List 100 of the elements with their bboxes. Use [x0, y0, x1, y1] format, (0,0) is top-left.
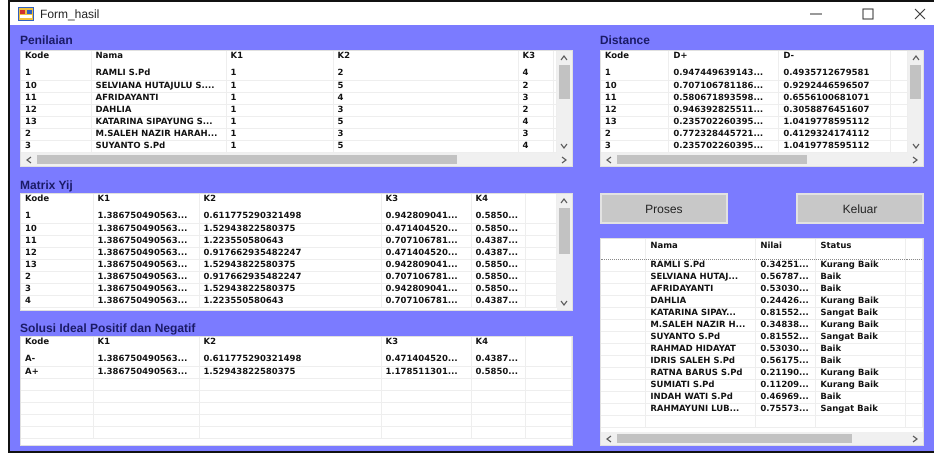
chevron-left-icon[interactable]: [604, 434, 613, 442]
scrollbar-thumb[interactable]: [616, 155, 807, 164]
chevron-left-icon[interactable]: [604, 156, 613, 164]
table-cell: 0.772328445721...: [668, 128, 779, 140]
table-cell: 11: [21, 92, 91, 104]
scrollbar-thumb[interactable]: [37, 155, 457, 164]
column-header[interactable]: K4: [471, 337, 525, 354]
table-cell: 1.386750490563...: [93, 366, 199, 378]
action-button[interactable]: Keluar: [796, 193, 924, 224]
table-cell: 1.386750490563...: [93, 295, 199, 307]
table-cell: 11: [21, 235, 93, 247]
close-icon[interactable]: [914, 8, 926, 20]
table-cell: 2: [333, 68, 518, 80]
table-cell: Baik: [816, 344, 906, 356]
table-cell: 0.917662935482247: [199, 271, 381, 283]
column-header[interactable]: Kode: [21, 194, 93, 211]
table-cell: 1.0419778595112: [778, 140, 891, 152]
table-cell: 3: [21, 283, 93, 295]
table-cell: 0.56787...: [756, 272, 816, 284]
table-cell: 4: [518, 140, 553, 152]
column-header[interactable]: K1: [226, 51, 333, 68]
table-cell: 0.75573...: [756, 404, 816, 416]
table-cell: Baik: [816, 284, 906, 296]
vertical-scrollbar[interactable]: [556, 51, 572, 153]
chevron-up-icon[interactable]: [560, 197, 568, 205]
table-cell: 4: [333, 92, 518, 104]
maximize-icon[interactable]: [862, 8, 874, 20]
column-header[interactable]: D+: [668, 51, 779, 68]
table-cell: A+: [21, 366, 93, 378]
chevron-right-icon[interactable]: [911, 156, 919, 164]
table-cell: 0.471404520...: [381, 223, 471, 235]
window-title: Form_hasil: [40, 6, 100, 20]
table-cell: 10: [21, 80, 91, 92]
table-cell: 0.942809041...: [381, 211, 471, 223]
table-cell: KATARINA SIPAY...: [646, 308, 756, 320]
table-cell: 2: [21, 271, 93, 283]
table-cell: 4: [518, 116, 553, 128]
table-cell: 2: [600, 128, 669, 140]
chevron-down-icon[interactable]: [912, 142, 920, 150]
column-header[interactable]: K3: [381, 194, 471, 211]
table-cell: 0.4935712679581: [778, 68, 891, 80]
scrollbar-thumb[interactable]: [558, 208, 570, 254]
chevron-down-icon[interactable]: [560, 299, 568, 307]
table-cell: 13: [21, 116, 91, 128]
scrollbar-thumb[interactable]: [616, 434, 852, 443]
column-header[interactable]: K1: [93, 337, 199, 354]
column-header[interactable]: K2: [199, 194, 381, 211]
column-header[interactable]: Nilai: [756, 239, 816, 260]
table-cell: SELVIANA HUTAJ...: [646, 272, 756, 284]
table-cell: 0.21190...: [756, 368, 816, 380]
table-cell: 0.81552...: [756, 332, 816, 344]
table-cell: 1: [600, 68, 669, 80]
column-header[interactable]: Nama: [646, 239, 756, 260]
table-cell: Sangat Baik: [816, 308, 906, 320]
column-header[interactable]: Kode: [21, 337, 93, 354]
table-cell: SUMIATI S.Pd: [646, 380, 756, 392]
table-cell: 1.52943822580375: [199, 259, 381, 271]
column-header[interactable]: K2: [333, 51, 518, 68]
table-cell: RAHMAD HIDAYAT: [646, 344, 756, 356]
column-header[interactable]: Status: [816, 239, 906, 260]
action-button[interactable]: Proses: [600, 193, 728, 224]
table-cell: Kurang Baik: [816, 320, 906, 332]
chevron-up-icon[interactable]: [912, 54, 920, 62]
table-cell: 0.946392825511...: [668, 104, 779, 116]
table-cell: 12: [21, 247, 93, 259]
table-cell: 12: [21, 104, 91, 116]
table-cell: SUYANTO S.Pd: [91, 140, 226, 152]
chevron-right-icon[interactable]: [560, 156, 568, 164]
column-header[interactable]: D-: [778, 51, 891, 68]
vertical-scrollbar[interactable]: [908, 51, 923, 153]
table-cell: 3: [518, 92, 553, 104]
table-cell: AFRIDAYANTI: [91, 92, 226, 104]
chevron-right-icon[interactable]: [911, 434, 919, 442]
table-cell: 3: [518, 128, 553, 140]
table-cell: 1: [21, 211, 93, 223]
table-cell: SUYANTO S.Pd: [646, 332, 756, 344]
chevron-up-icon[interactable]: [560, 54, 568, 62]
column-header[interactable]: Kode: [600, 51, 669, 68]
horizontal-scrollbar[interactable]: [600, 432, 923, 445]
column-header[interactable]: Nama: [91, 51, 226, 68]
column-header[interactable]: K2: [199, 337, 381, 354]
table-cell: 1: [226, 104, 333, 116]
chevron-down-icon[interactable]: [560, 142, 568, 150]
table-cell: 1.386750490563...: [93, 283, 199, 295]
table-cell: 13: [21, 259, 93, 271]
chevron-left-icon[interactable]: [25, 156, 33, 164]
table-cell: 0.53030...: [756, 284, 816, 296]
horizontal-scrollbar[interactable]: [600, 153, 923, 166]
scrollbar-thumb[interactable]: [910, 65, 921, 99]
table-cell: 0.5850...: [471, 211, 525, 223]
horizontal-scrollbar[interactable]: [21, 153, 572, 166]
table-cell: 0.53030...: [756, 344, 816, 356]
scrollbar-thumb[interactable]: [558, 65, 570, 99]
table-cell: 0.707106781...: [381, 271, 471, 283]
column-header[interactable]: K4: [471, 194, 525, 211]
column-header[interactable]: K3: [381, 337, 471, 354]
column-header[interactable]: K3: [518, 51, 553, 68]
column-header[interactable]: Kode: [21, 51, 91, 68]
vertical-scrollbar[interactable]: [556, 194, 572, 310]
column-header[interactable]: K1: [93, 194, 199, 211]
